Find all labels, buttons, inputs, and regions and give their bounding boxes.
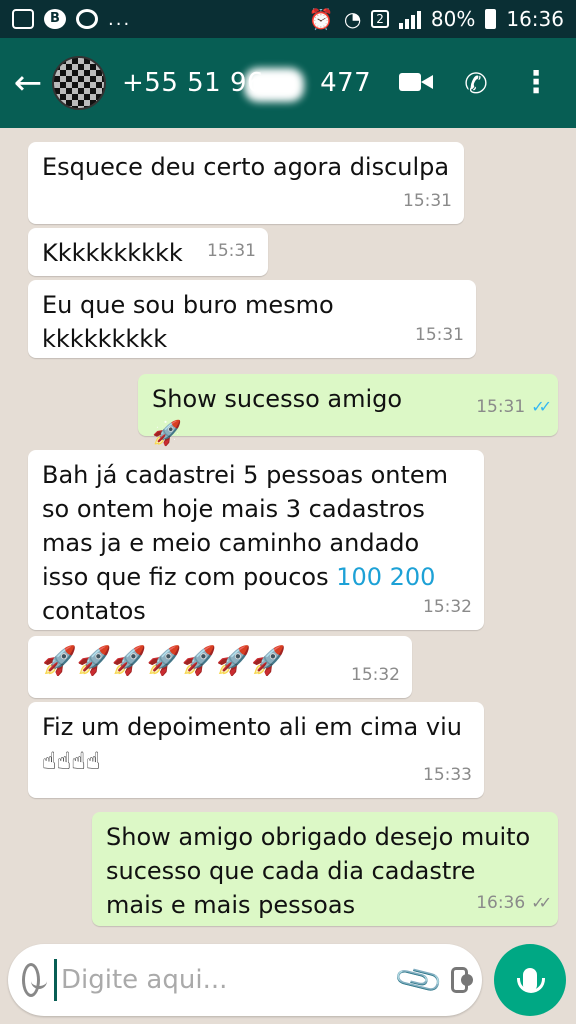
contact-avatar[interactable] bbox=[52, 56, 106, 110]
battery-icon bbox=[485, 9, 497, 29]
contact-number-prefix: +55 51 96 bbox=[122, 68, 265, 98]
gallery-notification-icon bbox=[12, 9, 34, 29]
message-meta: 15:31 bbox=[403, 184, 452, 218]
message-meta: 15:32 bbox=[351, 658, 400, 692]
message-text: 🚀🚀🚀🚀🚀🚀🚀 bbox=[42, 644, 287, 677]
message-text: Eu que sou buro mesmo kkkkkkkkk bbox=[42, 291, 342, 353]
status-bar-right: ⏰ ◔ 2 80% 16:36 bbox=[309, 7, 564, 31]
message-time: 15:33 bbox=[423, 765, 472, 785]
battery-percent: 80% bbox=[430, 7, 476, 31]
message-time: 15:31 bbox=[476, 397, 526, 417]
message-bubble-outgoing[interactable]: Show amigo obrigado desejo muito sucesso… bbox=[92, 812, 558, 926]
status-bar: B ... ⏰ ◔ 2 80% 16:36 bbox=[0, 0, 576, 38]
video-call-button[interactable] bbox=[386, 67, 446, 100]
message-link[interactable]: 100 200 bbox=[336, 563, 435, 591]
message-text: Esquece deu certo agora disculpa bbox=[42, 153, 450, 181]
message-meta: 15:33 bbox=[423, 758, 472, 792]
emoji-icon[interactable] bbox=[22, 963, 47, 997]
message-time: 15:32 bbox=[351, 665, 400, 685]
message-meta: 15:32 bbox=[423, 590, 472, 624]
message-bubble[interactable]: Fiz um depoimento ali em cima viu ☝☝☝☝ 1… bbox=[28, 702, 484, 798]
more-notifications-indicator: ... bbox=[108, 8, 132, 30]
alarm-icon: ⏰ bbox=[308, 7, 334, 31]
message-time: 16:36 bbox=[476, 893, 526, 913]
message-bubble[interactable]: 🚀🚀🚀🚀🚀🚀🚀 15:32 bbox=[28, 636, 412, 698]
camera-icon[interactable] bbox=[450, 967, 474, 993]
back-arrow-icon[interactable]: ← bbox=[10, 63, 46, 103]
message-bubble[interactable]: Kkkkkkkkkk 15:31 bbox=[28, 228, 268, 276]
microphone-icon bbox=[517, 968, 545, 993]
signal-icon bbox=[398, 9, 421, 29]
message-meta: 15:31 bbox=[415, 318, 464, 352]
chrome-notification-icon bbox=[76, 9, 98, 29]
message-bubble[interactable]: Bah já cadastrei 5 pessoas ontem so onte… bbox=[28, 450, 484, 630]
status-bar-left: B ... bbox=[12, 9, 131, 30]
message-composer: 📎 bbox=[8, 944, 482, 1016]
redaction-blur bbox=[244, 68, 304, 102]
message-time: 15:31 bbox=[403, 191, 452, 211]
message-meta: 16:36 ✓✓ bbox=[476, 886, 552, 920]
wifi-icon: ◔ bbox=[343, 7, 362, 31]
contact-number-suffix: 477 bbox=[320, 68, 372, 98]
video-call-icon bbox=[399, 71, 433, 93]
voice-record-button[interactable] bbox=[494, 944, 566, 1016]
message-text: Bah já cadastrei 5 pessoas ontem so onte… bbox=[42, 461, 449, 625]
phone-icon: ✆ bbox=[464, 66, 488, 100]
message-bubble-outgoing[interactable]: Show sucesso amigo 🚀 15:31 ✓✓ bbox=[138, 374, 558, 447]
read-receipt-icon: ✓✓ bbox=[531, 397, 552, 416]
attach-icon[interactable]: 📎 bbox=[392, 953, 446, 1007]
voice-call-button[interactable]: ✆ bbox=[446, 67, 506, 100]
more-options-icon[interactable]: ⋮ bbox=[506, 68, 566, 98]
clock: 16:36 bbox=[506, 7, 564, 31]
message-bubble[interactable]: Eu que sou buro mesmo kkkkkkkkk 15:31 bbox=[28, 280, 476, 358]
message-text: Show sucesso amigo 🚀 bbox=[152, 385, 410, 447]
chat-header: ← +55 51 96 477 ✆ ⋮ bbox=[0, 38, 576, 128]
sim-indicator: 2 bbox=[371, 10, 389, 28]
message-time: 15:31 bbox=[207, 241, 256, 261]
message-text: Fiz um depoimento ali em cima viu ☝☝☝☝ bbox=[42, 713, 462, 775]
message-meta: 15:31 bbox=[207, 234, 256, 268]
b-notification-icon: B bbox=[44, 9, 66, 29]
message-bubble[interactable]: Esquece deu certo agora disculpa 15:31 bbox=[28, 142, 464, 224]
message-input[interactable] bbox=[54, 959, 387, 1001]
message-list[interactable]: Esquece deu certo agora disculpa 15:31 K… bbox=[0, 128, 576, 938]
message-time: 15:31 bbox=[415, 325, 464, 345]
message-time: 15:32 bbox=[423, 597, 472, 617]
contact-name[interactable]: +55 51 96 477 bbox=[122, 68, 386, 102]
delivered-receipt-icon: ✓✓ bbox=[531, 893, 552, 912]
message-text: Kkkkkkkkkk bbox=[42, 239, 183, 267]
message-meta: 15:31 ✓✓ bbox=[476, 390, 552, 424]
